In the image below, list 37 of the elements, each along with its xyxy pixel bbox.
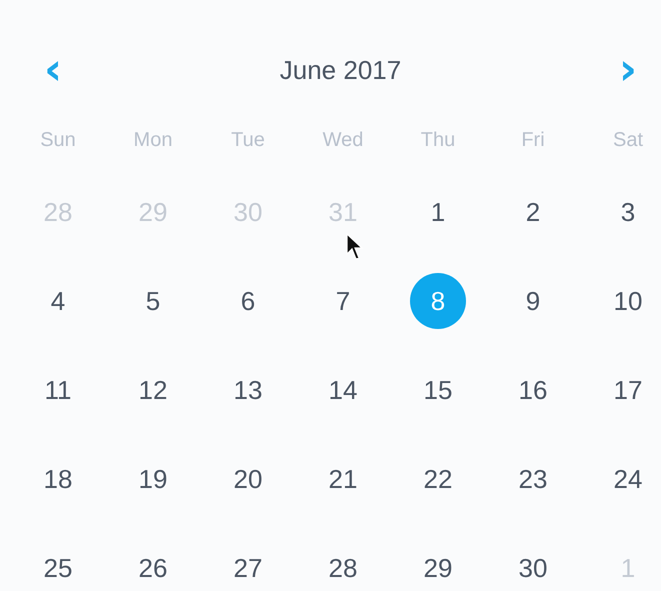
day-button[interactable]: 14: [315, 367, 371, 413]
day-button[interactable]: 29: [410, 545, 466, 591]
day-button[interactable]: 19: [125, 456, 181, 502]
day-button[interactable]: 4: [30, 278, 86, 324]
day-button[interactable]: 5: [125, 278, 181, 324]
day-button[interactable]: 11: [30, 367, 86, 413]
day-button[interactable]: 6: [220, 278, 276, 324]
month-title: June 2017: [280, 54, 402, 86]
day-button[interactable]: 18: [30, 456, 86, 502]
day-button[interactable]: 9: [505, 278, 561, 324]
weekday-label: Sun: [39, 128, 77, 152]
day-button[interactable]: 3: [600, 189, 656, 235]
day-button[interactable]: 24: [600, 456, 656, 502]
weekday-label: Fri: [520, 128, 546, 152]
weekday-label: Mon: [132, 128, 174, 152]
day-button[interactable]: 16: [505, 367, 561, 413]
day-button[interactable]: 1: [410, 189, 466, 235]
day-button[interactable]: 27: [220, 545, 276, 591]
day-button[interactable]: 12: [125, 367, 181, 413]
day-button[interactable]: 21: [315, 456, 371, 502]
weekday-label: Tue: [230, 128, 266, 152]
day-button[interactable]: 10: [600, 278, 656, 324]
day-button[interactable]: 28: [315, 545, 371, 591]
day-button[interactable]: 22: [410, 456, 466, 502]
weekday-label: Sat: [612, 128, 644, 152]
day-button[interactable]: 26: [125, 545, 181, 591]
day-button[interactable]: 25: [30, 545, 86, 591]
day-button[interactable]: 30: [505, 545, 561, 591]
weekday-label: Thu: [420, 128, 456, 152]
day-button[interactable]: 23: [505, 456, 561, 502]
weekday-label: Wed: [322, 128, 364, 152]
day-button[interactable]: 17: [600, 367, 656, 413]
day-button[interactable]: 13: [220, 367, 276, 413]
day-button[interactable]: 20: [220, 456, 276, 502]
day-button[interactable]: 15: [410, 367, 466, 413]
day-button[interactable]: 7: [315, 278, 371, 324]
day-button[interactable]: 2: [505, 189, 561, 235]
